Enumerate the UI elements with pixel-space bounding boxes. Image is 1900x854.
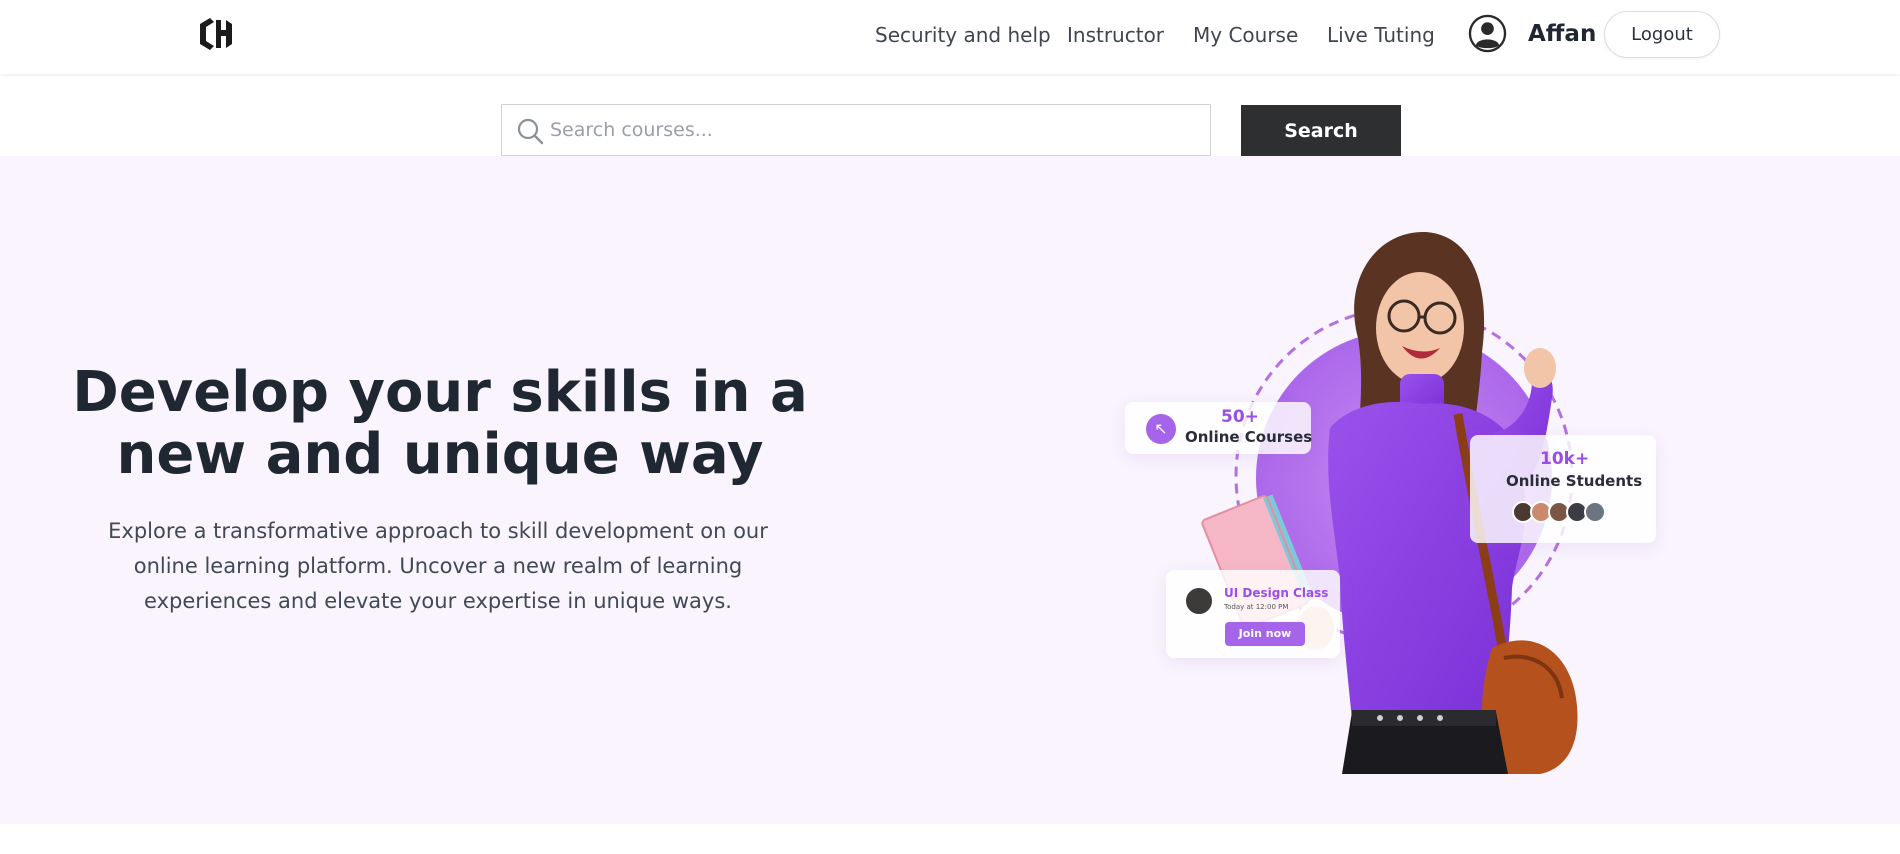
class-time: Today at 12:00 PM xyxy=(1224,603,1289,611)
hero-title: Develop your skills in a new and unique … xyxy=(72,360,808,487)
logout-button[interactable]: Logout xyxy=(1604,11,1720,58)
user-avatar-icon[interactable] xyxy=(1468,14,1507,53)
brand-logo[interactable] xyxy=(196,16,236,52)
online-courses-card: ↖ 50+ Online Courses xyxy=(1125,402,1313,454)
nav-my-course[interactable]: My Course xyxy=(1193,23,1298,47)
instructor-avatar xyxy=(1184,586,1214,616)
search-button[interactable]: Search xyxy=(1241,105,1401,156)
arrow-up-left-icon: ↖ xyxy=(1146,414,1176,444)
user-name: Affan xyxy=(1528,21,1597,47)
students-count: 10k+ xyxy=(1540,449,1590,469)
nav-live-tuting[interactable]: Live Tuting xyxy=(1327,23,1435,47)
student-avatar xyxy=(1584,501,1606,523)
join-now-button[interactable]: Join now xyxy=(1225,622,1305,646)
courses-count: 50+ xyxy=(1221,407,1259,427)
nav-instructor[interactable]: Instructor xyxy=(1067,23,1164,47)
search-bar xyxy=(501,104,1211,156)
students-label: Online Students xyxy=(1506,472,1643,490)
online-students-card: 10k+ Online Students xyxy=(1470,435,1656,543)
nav-security-and-help[interactable]: Security and help xyxy=(875,23,1051,47)
search-input[interactable] xyxy=(550,105,1200,155)
search-icon xyxy=(517,118,544,145)
hero-description: Explore a transformative approach to ski… xyxy=(108,519,768,613)
hero-section: Develop your skills in a new and unique … xyxy=(0,156,1900,824)
top-navbar: Security and help Instructor My Course L… xyxy=(0,0,1900,74)
courses-label: Online Courses xyxy=(1185,428,1313,446)
hero-illustration: ↖ 50+ Online Courses 10k+ Online Student… xyxy=(1120,228,1660,774)
class-title: UI Design Class xyxy=(1224,586,1329,600)
ui-design-class-card: UI Design Class Today at 12:00 PM Join n… xyxy=(1166,570,1340,658)
